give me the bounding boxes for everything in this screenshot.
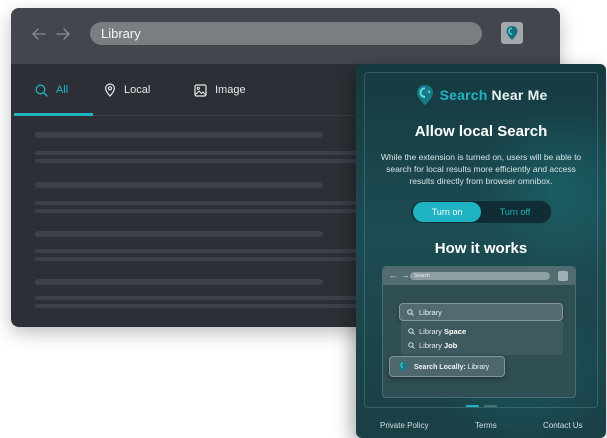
- brand-name-rest: Near Me: [487, 87, 548, 103]
- tab-all[interactable]: All: [35, 64, 68, 116]
- turn-on-button[interactable]: Turn on: [413, 202, 481, 222]
- result-placeholder: [35, 182, 323, 188]
- preview-toolbar: ← → Search: [383, 267, 575, 285]
- address-bar[interactable]: Library: [90, 22, 482, 45]
- preview-extension-icon: [558, 271, 568, 281]
- map-pin-icon: [104, 83, 116, 97]
- brand-name: Search Near Me: [440, 87, 548, 103]
- preview-search-locally-text: Search Locally: Library: [414, 357, 489, 378]
- result-placeholder: [35, 209, 365, 213]
- tab-image-label: Image: [215, 84, 246, 96]
- result-placeholder: [35, 201, 365, 205]
- local-search-toggle: Turn on Turn off: [410, 200, 552, 224]
- result-placeholder: [35, 132, 323, 138]
- brand-header: Search Near Me: [356, 84, 606, 106]
- preview-search-box: Library: [399, 303, 563, 321]
- search-locally-prefix: Search Locally:: [414, 364, 466, 371]
- preview-suggestion-item: Library Job: [419, 341, 457, 350]
- preview-search-text: Library: [419, 308, 442, 317]
- address-bar-text: Library: [101, 26, 141, 41]
- browser-toolbar: Library: [11, 8, 560, 64]
- result-placeholder: [35, 159, 365, 163]
- preview-suggestion-item: Library Space: [419, 327, 466, 336]
- location-pin-icon: [506, 26, 518, 40]
- terms-link[interactable]: Terms: [475, 421, 497, 430]
- brand-name-accent: Search: [439, 87, 488, 103]
- arrow-right-icon[interactable]: [55, 26, 71, 42]
- preview-suggestions: Library Space Library Job: [401, 321, 563, 355]
- turn-off-button[interactable]: Turn off: [481, 202, 549, 222]
- preview-search-locally: Search Locally: Library: [389, 356, 505, 377]
- popup-description: While the extension is turned on, users …: [380, 152, 582, 186]
- result-placeholder: [35, 249, 365, 253]
- search-locally-value: Library: [465, 364, 490, 371]
- search-icon: [408, 328, 415, 335]
- preview-nav-arrows-icon: ← →: [389, 270, 410, 280]
- extension-popup: Search Near Me Allow local Search While …: [356, 64, 606, 438]
- extension-button[interactable]: [501, 22, 523, 44]
- popup-title: Allow local Search: [414, 123, 548, 140]
- result-placeholder: [35, 279, 323, 285]
- how-it-works-preview: ← → Search Library Library Space Library…: [382, 266, 576, 398]
- result-placeholder: [35, 296, 365, 300]
- suggestion-bold: Space: [444, 327, 467, 336]
- location-pin-icon: [399, 361, 407, 373]
- arrow-left-icon[interactable]: [31, 26, 47, 42]
- how-it-works-title: How it works: [434, 240, 528, 257]
- search-icon: [407, 309, 414, 316]
- tab-all-label: All: [56, 84, 69, 96]
- active-tab-indicator: [14, 113, 93, 116]
- preview-address-bar: Search: [410, 272, 550, 280]
- carousel-dot-active[interactable]: [466, 405, 479, 407]
- result-placeholder: [35, 304, 365, 308]
- suggestion-prefix: Library: [419, 327, 445, 336]
- image-icon: [194, 83, 207, 97]
- contact-us-link[interactable]: Contact Us: [543, 421, 583, 430]
- tab-local[interactable]: Local: [104, 64, 150, 116]
- tab-local-label: Local: [124, 84, 151, 96]
- carousel-dot[interactable]: [484, 405, 497, 407]
- result-placeholder: [35, 231, 323, 237]
- search-icon: [408, 342, 415, 349]
- suggestion-prefix: Library: [419, 341, 445, 350]
- tab-image[interactable]: Image: [194, 64, 246, 116]
- result-placeholder: [35, 151, 365, 155]
- privacy-policy-link[interactable]: Private Policy: [380, 421, 428, 430]
- result-placeholder: [35, 257, 365, 261]
- search-icon: [35, 84, 48, 97]
- suggestion-bold: Job: [444, 341, 458, 350]
- location-pin-icon: [416, 85, 433, 105]
